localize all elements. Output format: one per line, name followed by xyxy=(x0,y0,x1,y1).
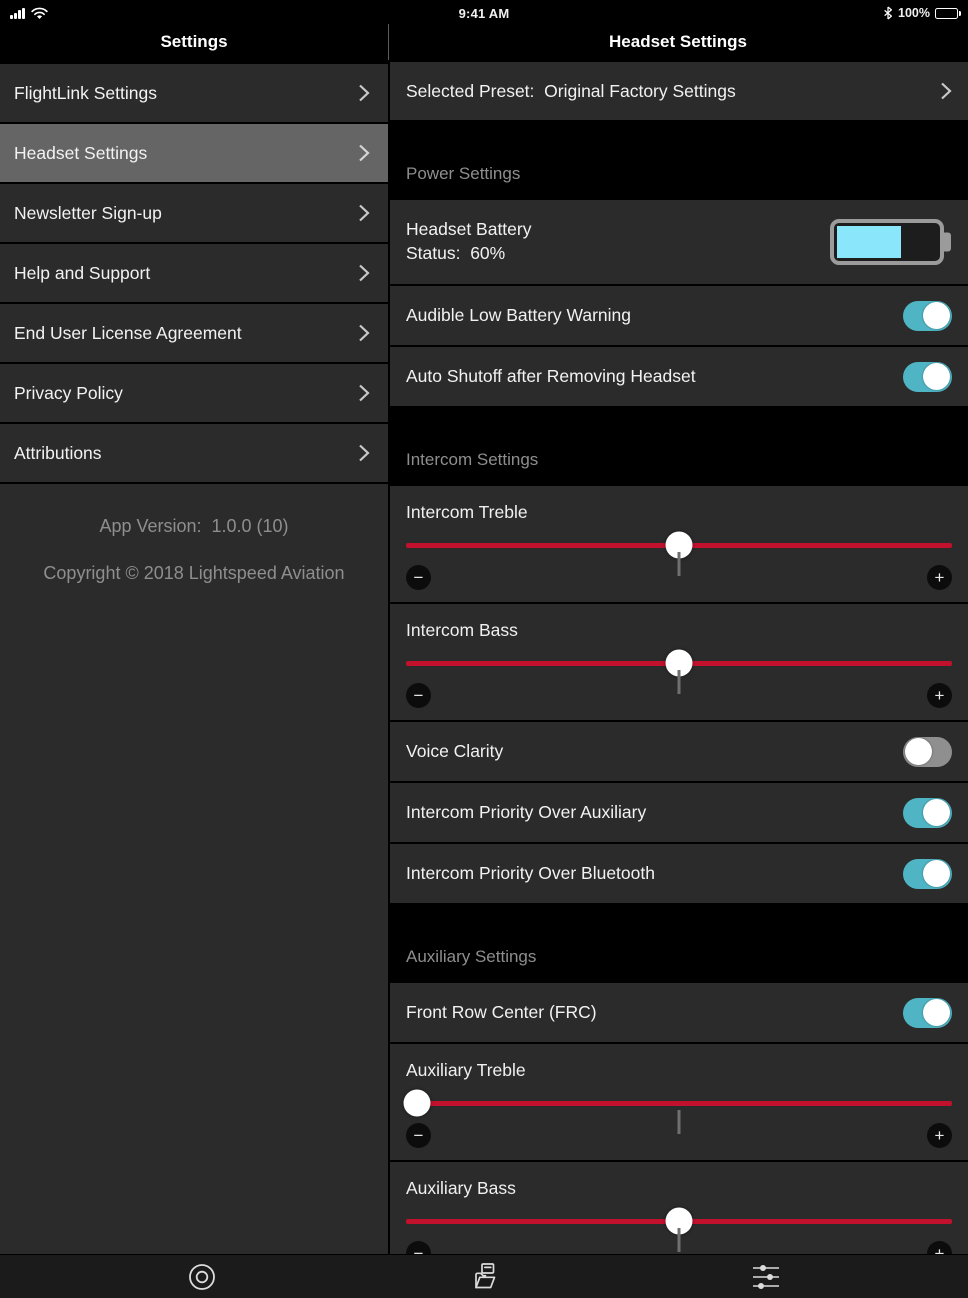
sidebar-item-flightlink-settings[interactable]: FlightLink Settings xyxy=(0,64,388,122)
bottom-toolbar xyxy=(0,1254,968,1298)
sidebar-item-label: FlightLink Settings xyxy=(14,83,157,104)
chevron-right-icon xyxy=(358,203,370,223)
minus-button[interactable]: − xyxy=(406,683,431,708)
slider-center-tick xyxy=(678,670,681,694)
slider-center-tick xyxy=(678,1110,681,1134)
slider-center-tick xyxy=(678,552,681,576)
toggle-label: Intercom Priority Over Bluetooth xyxy=(406,863,655,884)
sidebar-item-label: End User License Agreement xyxy=(14,323,242,344)
slider-thumb[interactable] xyxy=(403,1090,430,1117)
slider-track[interactable] xyxy=(406,1101,952,1106)
plus-button[interactable]: + xyxy=(927,1123,952,1148)
sidebar-item-headset-settings[interactable]: Headset Settings xyxy=(0,124,388,182)
auto-shutoff-row: Auto Shutoff after Removing Headset xyxy=(390,347,968,406)
toggle-label: Front Row Center (FRC) xyxy=(406,1002,597,1023)
slider-label: Auxiliary Treble xyxy=(406,1060,952,1081)
front-row-center-toggle[interactable] xyxy=(903,998,952,1028)
sidebar-item-label: Attributions xyxy=(14,443,102,464)
toggle-knob xyxy=(923,999,950,1026)
presets-folder-icon[interactable] xyxy=(462,1257,506,1297)
sidebar-item-help-and-support[interactable]: Help and Support xyxy=(0,244,388,302)
plus-button[interactable]: + xyxy=(927,683,952,708)
chevron-right-icon xyxy=(358,323,370,343)
chevron-right-icon xyxy=(358,83,370,103)
sidebar-item-attributions[interactable]: Attributions xyxy=(0,424,388,482)
auxiliary-treble-row: Auxiliary Treble − + xyxy=(390,1044,968,1160)
sidebar-item-privacy-policy[interactable]: Privacy Policy xyxy=(0,364,388,422)
sidebar-footer: App Version: 1.0.0 (10) Copyright © 2018… xyxy=(0,484,388,1254)
audible-low-battery-row: Audible Low Battery Warning xyxy=(390,286,968,345)
section-title: Intercom Settings xyxy=(406,450,538,470)
sidebar-item-label: Privacy Policy xyxy=(14,383,123,404)
selected-preset-row[interactable]: Selected Preset: Original Factory Settin… xyxy=(390,62,968,120)
intercom-priority-bt-row: Intercom Priority Over Bluetooth xyxy=(390,844,968,903)
headset-battery-status: Status: 60% xyxy=(406,242,531,266)
slider-center-tick xyxy=(678,1228,681,1252)
copyright: Copyright © 2018 Lightspeed Aviation xyxy=(0,563,388,584)
section-power-settings: Power Settings xyxy=(390,122,968,198)
status-bar: 9:41 AM 100% xyxy=(0,0,968,26)
headset-settings-panel: Selected Preset: Original Factory Settin… xyxy=(390,60,968,1254)
section-title: Power Settings xyxy=(406,164,520,184)
headset-battery-label: Headset Battery xyxy=(406,218,531,242)
sidebar-item-label: Headset Settings xyxy=(14,143,147,164)
chevron-right-icon xyxy=(358,263,370,283)
voice-clarity-row: Voice Clarity xyxy=(390,722,968,781)
toggle-label: Intercom Priority Over Auxiliary xyxy=(406,802,646,823)
toggle-knob xyxy=(905,738,932,765)
chevron-right-icon xyxy=(358,143,370,163)
toggle-label: Audible Low Battery Warning xyxy=(406,305,631,326)
sidebar-item-newsletter-signup[interactable]: Newsletter Sign-up xyxy=(0,184,388,242)
intercom-priority-aux-toggle[interactable] xyxy=(903,798,952,828)
auxiliary-bass-row: Auxiliary Bass − + xyxy=(390,1162,968,1254)
battery-icon xyxy=(935,8,958,19)
chevron-right-icon xyxy=(940,81,952,101)
selected-preset-label: Selected Preset: Original Factory Settin… xyxy=(406,81,736,102)
minus-button[interactable]: − xyxy=(406,1123,431,1148)
section-title: Auxiliary Settings xyxy=(406,947,536,967)
section-intercom-settings: Intercom Settings xyxy=(390,408,968,484)
adjustments-sliders-icon[interactable] xyxy=(744,1257,788,1297)
intercom-priority-bt-toggle[interactable] xyxy=(903,859,952,889)
sidebar-item-eula[interactable]: End User License Agreement xyxy=(0,304,388,362)
minus-button[interactable]: − xyxy=(406,1241,431,1254)
settings-sidebar: FlightLink Settings Headset Settings New… xyxy=(0,60,388,1254)
intercom-priority-aux-row: Intercom Priority Over Auxiliary xyxy=(390,783,968,842)
front-row-center-row: Front Row Center (FRC) xyxy=(390,983,968,1042)
toggle-knob xyxy=(923,363,950,390)
headset-battery-row: Headset Battery Status: 60% xyxy=(390,200,968,284)
headset-battery-icon xyxy=(830,219,944,265)
panel-title: Headset Settings xyxy=(388,26,968,60)
content-area: FlightLink Settings Headset Settings New… xyxy=(0,60,968,1254)
plus-button[interactable]: + xyxy=(927,1241,952,1254)
slider-label: Intercom Treble xyxy=(406,502,952,523)
plus-button[interactable]: + xyxy=(927,565,952,590)
toggle-label: Voice Clarity xyxy=(406,741,503,762)
intercom-bass-row: Intercom Bass − + xyxy=(390,604,968,720)
toggle-knob xyxy=(923,302,950,329)
auto-shutoff-toggle[interactable] xyxy=(903,362,952,392)
slider-label: Intercom Bass xyxy=(406,620,952,641)
intercom-treble-row: Intercom Treble − + xyxy=(390,486,968,602)
header-divider xyxy=(388,24,389,60)
section-auxiliary-settings: Auxiliary Settings xyxy=(390,905,968,981)
sidebar-item-label: Newsletter Sign-up xyxy=(14,203,162,224)
toggle-knob xyxy=(923,799,950,826)
slider-label: Auxiliary Bass xyxy=(406,1178,952,1199)
sidebar-title: Settings xyxy=(0,26,388,60)
sidebar-item-label: Help and Support xyxy=(14,263,150,284)
app-version: App Version: 1.0.0 (10) xyxy=(0,516,388,537)
chevron-right-icon xyxy=(358,383,370,403)
toggle-knob xyxy=(923,860,950,887)
toggle-label: Auto Shutoff after Removing Headset xyxy=(406,366,696,387)
headset-battery-fill xyxy=(837,226,901,258)
minus-button[interactable]: − xyxy=(406,565,431,590)
status-time: 9:41 AM xyxy=(0,6,968,21)
audible-low-battery-toggle[interactable] xyxy=(903,301,952,331)
voice-clarity-toggle[interactable] xyxy=(903,737,952,767)
record-icon[interactable] xyxy=(180,1257,224,1297)
nav-header: Settings Headset Settings xyxy=(0,26,968,60)
chevron-right-icon xyxy=(358,443,370,463)
